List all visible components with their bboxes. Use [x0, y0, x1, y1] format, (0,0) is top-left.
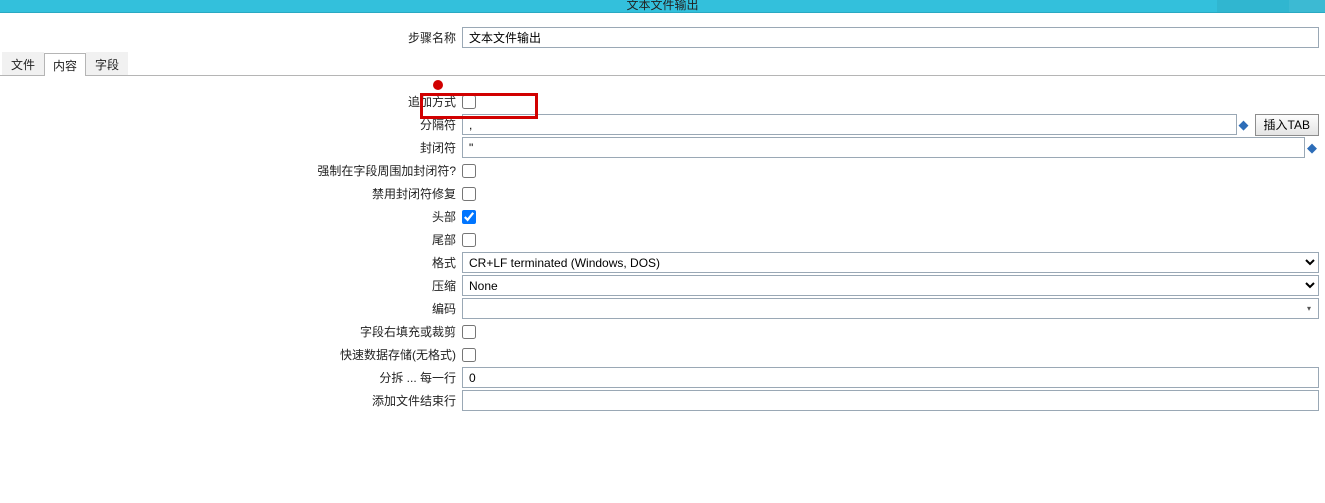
fast-dump-label: 快速数据存储(无格式): [0, 346, 462, 363]
pad-or-trim-checkbox[interactable]: [462, 325, 476, 339]
maximize-button[interactable]: [1253, 0, 1289, 12]
force-enclosure-checkbox[interactable]: [462, 164, 476, 178]
footer-label: 尾部: [0, 231, 462, 248]
split-every-input[interactable]: [462, 367, 1319, 388]
separator-input[interactable]: [462, 114, 1237, 135]
tab-file[interactable]: 文件: [2, 52, 44, 75]
disable-enclosure-fix-label: 禁用封闭符修复: [0, 185, 462, 202]
header-checkbox[interactable]: [462, 210, 476, 224]
add-ending-line-label: 添加文件结束行: [0, 392, 462, 409]
disable-enclosure-fix-checkbox[interactable]: [462, 187, 476, 201]
enclosure-input[interactable]: [462, 137, 1305, 158]
close-button[interactable]: [1289, 0, 1325, 12]
separator-label: 分隔符: [0, 116, 462, 133]
enclosure-variable-icon[interactable]: ◆: [1305, 141, 1319, 155]
insert-tab-button[interactable]: 插入TAB: [1255, 114, 1319, 136]
compression-label: 压缩: [0, 277, 462, 294]
window-titlebar: 文本文件输出: [0, 0, 1325, 13]
pad-or-trim-label: 字段右填充或裁剪: [0, 323, 462, 340]
fast-dump-checkbox[interactable]: [462, 348, 476, 362]
format-label: 格式: [0, 254, 462, 271]
footer-checkbox[interactable]: [462, 233, 476, 247]
step-name-label: 步骤名称: [0, 29, 462, 46]
append-checkbox[interactable]: [462, 95, 476, 109]
window-title: 文本文件输出: [626, 0, 698, 13]
separator-variable-icon[interactable]: ◆: [1237, 118, 1251, 132]
step-name-input[interactable]: [462, 27, 1319, 48]
tab-bar: 文件 内容 字段: [0, 54, 1325, 76]
format-select[interactable]: CR+LF terminated (Windows, DOS): [462, 252, 1319, 273]
force-enclosure-label: 强制在字段周围加封闭符?: [0, 162, 462, 179]
minimize-button[interactable]: [1217, 0, 1253, 12]
enclosure-label: 封闭符: [0, 139, 462, 156]
append-label: 追加方式: [0, 93, 462, 110]
encoding-select[interactable]: ▾: [462, 298, 1319, 319]
add-ending-line-input[interactable]: [462, 390, 1319, 411]
header-label: 头部: [0, 208, 462, 225]
chevron-down-icon: ▾: [1302, 304, 1316, 313]
split-every-label: 分拆 ... 每一行: [0, 369, 462, 386]
tab-fields[interactable]: 字段: [86, 52, 128, 75]
compression-select[interactable]: None: [462, 275, 1319, 296]
tab-content[interactable]: 内容: [44, 53, 86, 76]
encoding-label: 编码: [0, 300, 462, 317]
